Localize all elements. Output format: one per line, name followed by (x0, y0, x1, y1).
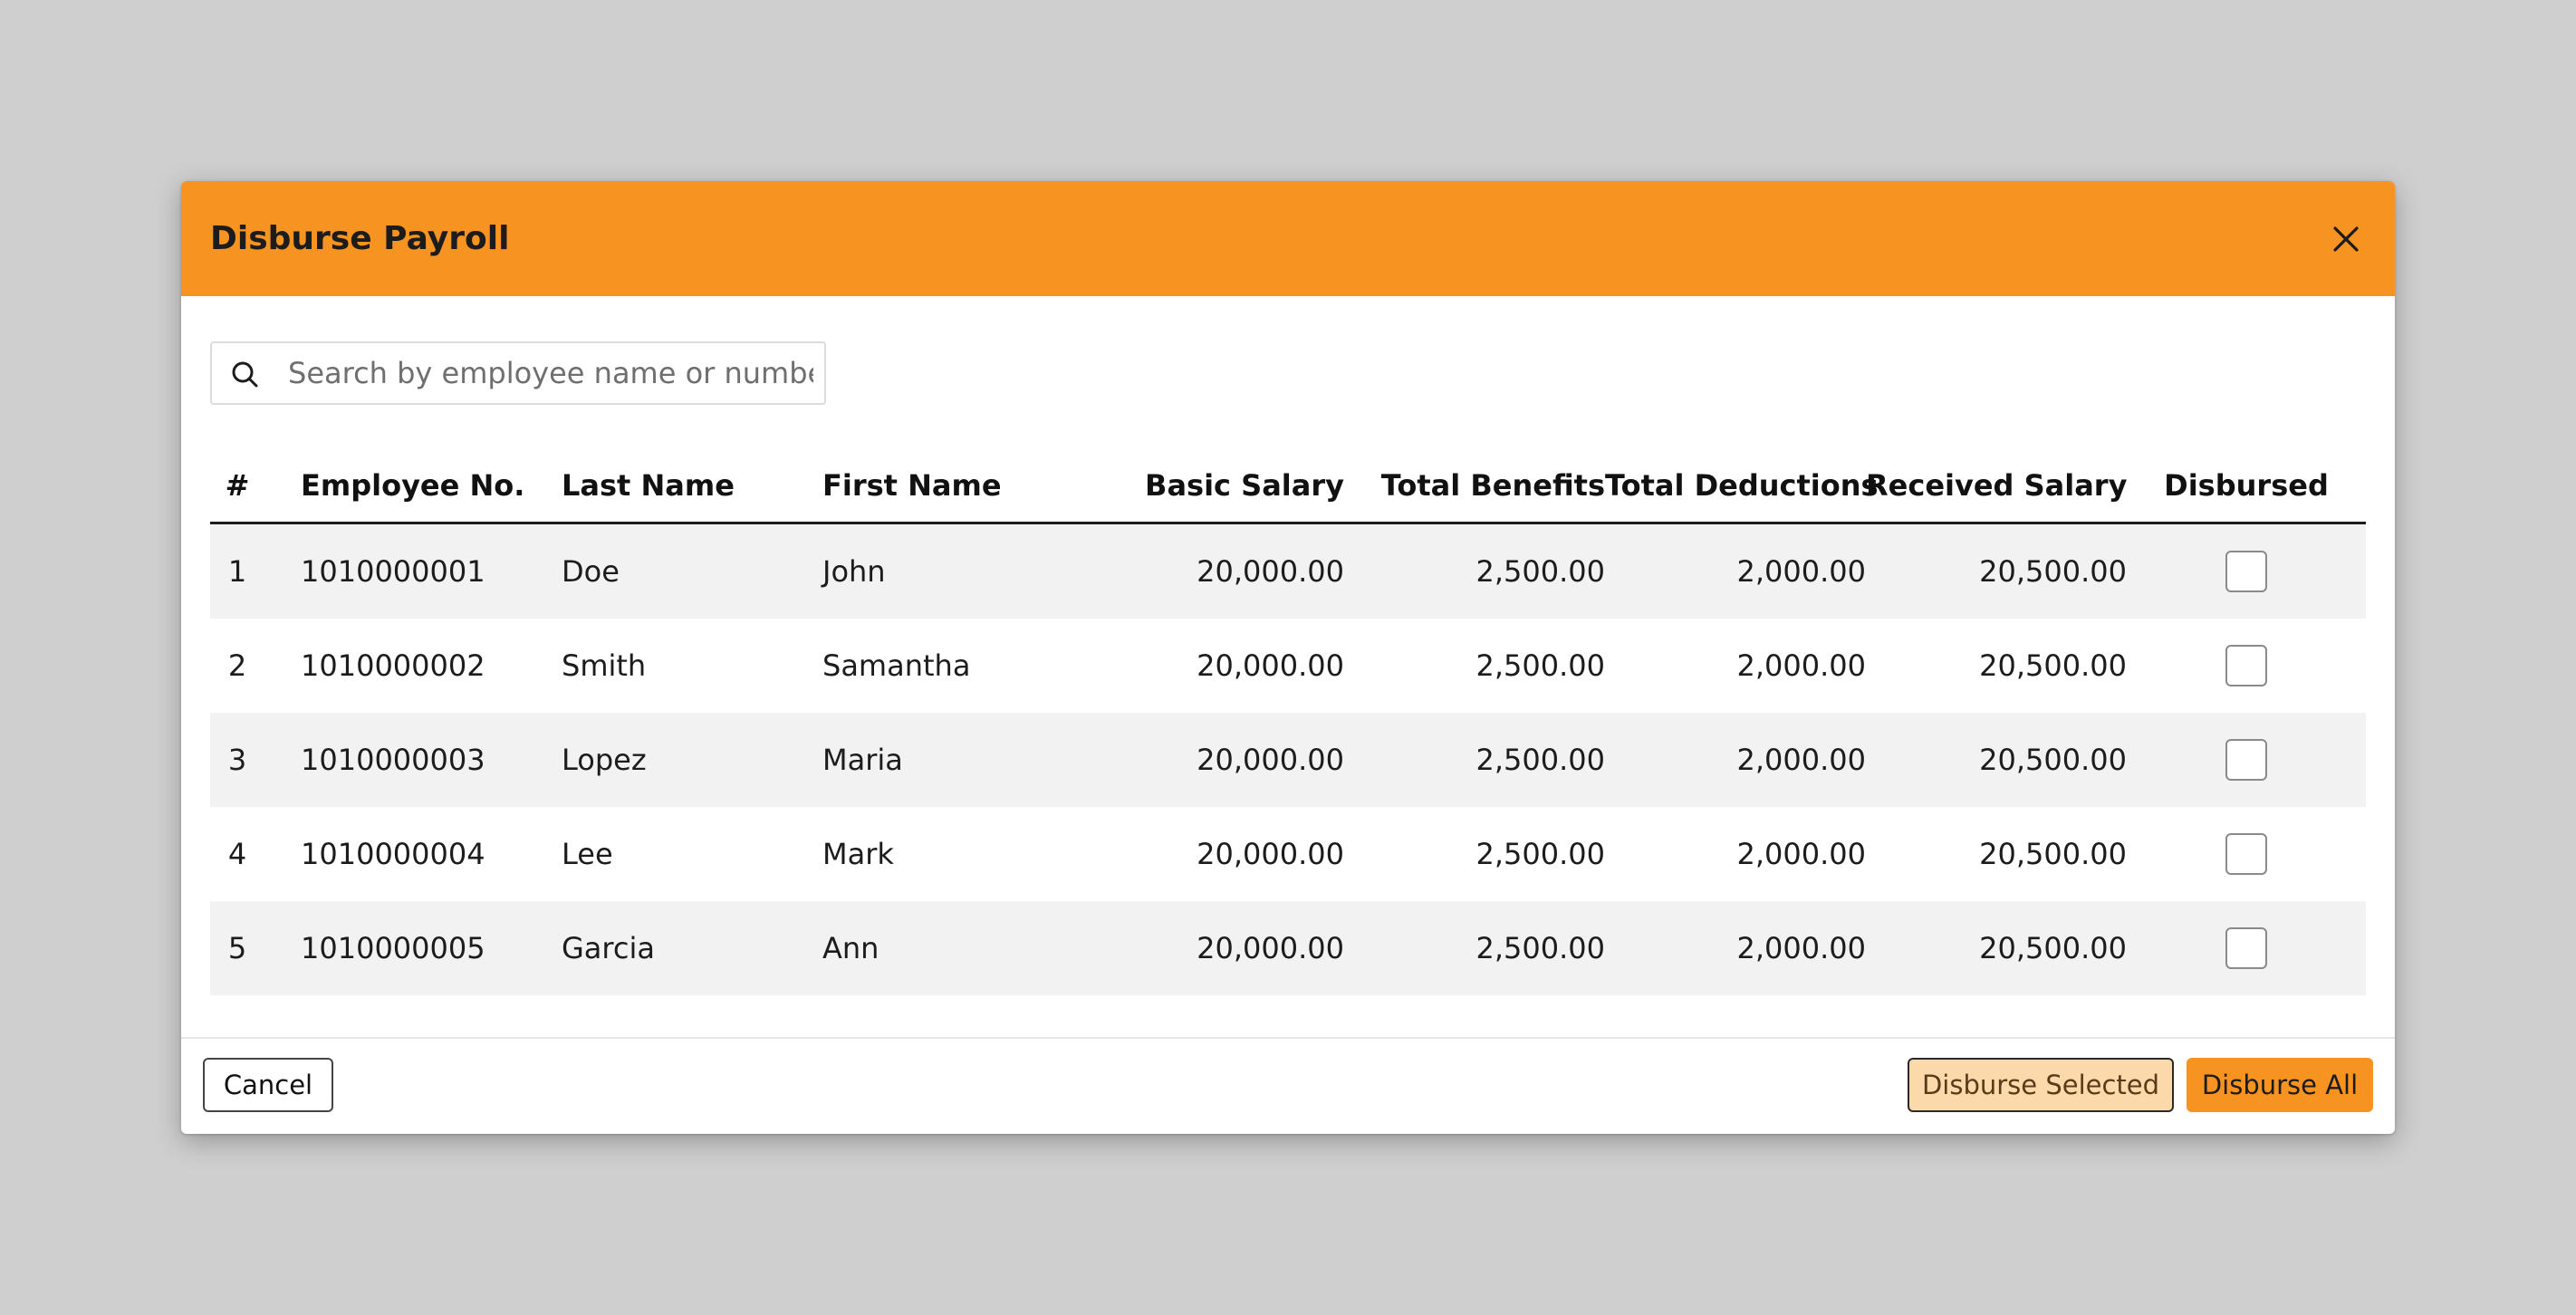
disbursed-cell (2127, 523, 2366, 619)
total-deductions: 2,000.00 (1605, 523, 1866, 619)
total-deductions: 2,000.00 (1605, 807, 1866, 901)
total-benefits: 2,500.00 (1344, 713, 1605, 807)
header-disbursed: Disbursed (2127, 449, 2366, 524)
received-salary: 20,500.00 (1866, 523, 2127, 619)
header-first-name: First Name (822, 449, 1083, 524)
total-benefits: 2,500.00 (1344, 523, 1605, 619)
first-name: John (822, 523, 1083, 619)
first-name: Mark (822, 807, 1083, 901)
disbursed-cell (2127, 713, 2366, 807)
table-row: 1 1010000001 Doe John 20,000.00 2,500.00… (210, 523, 2366, 619)
payroll-table: # Employee No. Last Name First Name Basi… (210, 449, 2366, 995)
total-deductions: 2,000.00 (1605, 901, 1866, 995)
disbursed-cell (2127, 901, 2366, 995)
table-row: 4 1010000004 Lee Mark 20,000.00 2,500.00… (210, 807, 2366, 901)
last-name: Doe (562, 523, 822, 619)
last-name: Lopez (562, 713, 822, 807)
total-deductions: 2,000.00 (1605, 619, 1866, 713)
disburse-selected-button[interactable]: Disburse Selected (1908, 1058, 2174, 1112)
last-name: Smith (562, 619, 822, 713)
first-name: Samantha (822, 619, 1083, 713)
search-box (210, 341, 826, 405)
row-number: 1 (210, 523, 264, 619)
row-number: 4 (210, 807, 264, 901)
row-number: 2 (210, 619, 264, 713)
disbursed-checkbox[interactable] (2225, 833, 2267, 875)
search-icon (232, 361, 258, 388)
cancel-button[interactable]: Cancel (203, 1058, 333, 1112)
header-number: # (210, 449, 264, 524)
header-total-deductions: Total Deductions (1605, 449, 1879, 524)
employee-no: 1010000001 (264, 523, 562, 619)
employee-no: 1010000005 (264, 901, 562, 995)
header-employee-no: Employee No. (264, 449, 562, 524)
search-input[interactable] (288, 343, 813, 403)
disbursed-checkbox[interactable] (2225, 739, 2267, 781)
table-row: 3 1010000003 Lopez Maria 20,000.00 2,500… (210, 713, 2366, 807)
basic-salary: 20,000.00 (1083, 807, 1344, 901)
basic-salary: 20,000.00 (1083, 523, 1344, 619)
disburse-all-button[interactable]: Disburse All (2187, 1058, 2373, 1112)
footer-divider (181, 1037, 2395, 1039)
employee-no: 1010000002 (264, 619, 562, 713)
row-number: 5 (210, 901, 264, 995)
close-icon (2333, 226, 2359, 252)
basic-salary: 20,000.00 (1083, 619, 1344, 713)
disbursed-cell (2127, 619, 2366, 713)
disbursed-cell (2127, 807, 2366, 901)
total-benefits: 2,500.00 (1344, 901, 1605, 995)
employee-no: 1010000004 (264, 807, 562, 901)
header-total-benefits: Total Benefits (1344, 449, 1605, 524)
dialog-header: Disburse Payroll (181, 181, 2395, 296)
last-name: Garcia (562, 901, 822, 995)
disbursed-checkbox[interactable] (2225, 645, 2267, 686)
total-benefits: 2,500.00 (1344, 619, 1605, 713)
employee-no: 1010000003 (264, 713, 562, 807)
received-salary: 20,500.00 (1866, 807, 2127, 901)
table-row: 2 1010000002 Smith Samantha 20,000.00 2,… (210, 619, 2366, 713)
table-header-row: # Employee No. Last Name First Name Basi… (210, 449, 2366, 524)
header-basic-salary: Basic Salary (1083, 449, 1344, 524)
total-deductions: 2,000.00 (1605, 713, 1866, 807)
payroll-table-wrapper: # Employee No. Last Name First Name Basi… (210, 449, 2366, 995)
basic-salary: 20,000.00 (1083, 713, 1344, 807)
first-name: Maria (822, 713, 1083, 807)
basic-salary: 20,000.00 (1083, 901, 1344, 995)
last-name: Lee (562, 807, 822, 901)
received-salary: 20,500.00 (1866, 713, 2127, 807)
disbursed-checkbox[interactable] (2225, 551, 2267, 592)
disburse-payroll-dialog: Disburse Payroll # Employee No. Last Nam… (181, 181, 2395, 1134)
close-button[interactable] (2326, 219, 2366, 259)
total-benefits: 2,500.00 (1344, 807, 1605, 901)
disbursed-checkbox[interactable] (2225, 927, 2267, 969)
received-salary: 20,500.00 (1866, 901, 2127, 995)
header-received-salary: Received Salary (1866, 449, 2127, 524)
header-last-name: Last Name (562, 449, 822, 524)
table-row: 5 1010000005 Garcia Ann 20,000.00 2,500.… (210, 901, 2366, 995)
received-salary: 20,500.00 (1866, 619, 2127, 713)
row-number: 3 (210, 713, 264, 807)
first-name: Ann (822, 901, 1083, 995)
dialog-title: Disburse Payroll (210, 220, 510, 257)
